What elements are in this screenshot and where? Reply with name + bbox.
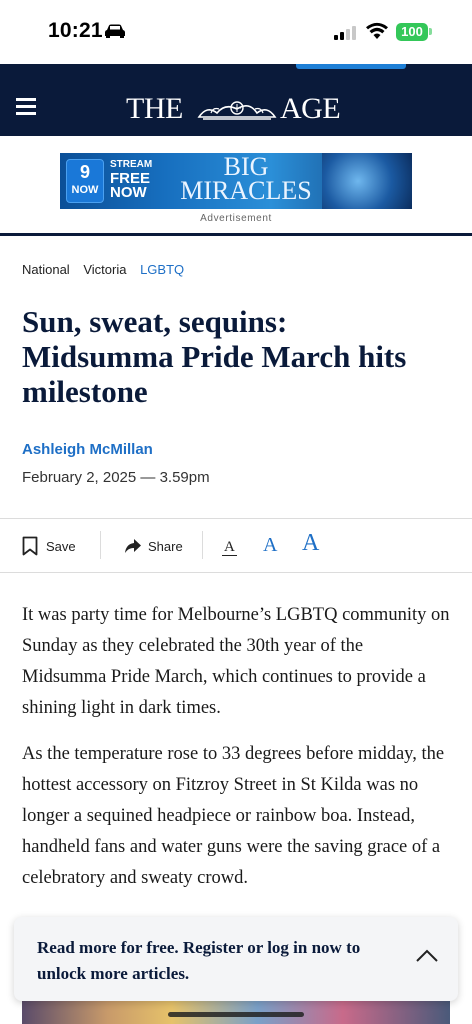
car-icon: [105, 24, 125, 38]
ad-stream-line3: NOW: [110, 184, 147, 201]
article-headline: Sun, sweat, sequins: Midsumma Pride Marc…: [22, 304, 407, 409]
nine-logo-number: 9: [79, 162, 90, 182]
cellular-signal-icon: [334, 24, 360, 40]
toolbar-divider: [202, 531, 203, 559]
wifi-icon: [366, 22, 388, 39]
menu-icon[interactable]: [16, 98, 36, 116]
ad-title: BIG MIRACLES: [176, 154, 316, 205]
battery-tip: [429, 28, 432, 35]
advertisement-banner[interactable]: 9 NOW STREAM FREE NOW BIG MIRACLES: [60, 153, 412, 209]
share-button[interactable]: Share: [124, 535, 183, 557]
save-button[interactable]: Save: [22, 535, 76, 557]
register-prompt-text[interactable]: Read more for free. Register or log in n…: [37, 935, 397, 987]
breadcrumb-lgbtq[interactable]: LGBTQ: [140, 262, 184, 277]
breadcrumb-victoria[interactable]: Victoria: [83, 262, 126, 277]
article-paragraph: It was party time for Melbourne’s LGBTQ …: [22, 605, 450, 718]
ad-stream-text: STREAM FREE NOW: [110, 158, 152, 200]
breadcrumb: National Victoria LGBTQ: [22, 262, 194, 277]
section-divider: [0, 233, 472, 236]
status-time: 10:21: [48, 19, 103, 42]
top-strip-button[interactable]: [296, 64, 406, 69]
breadcrumb-national[interactable]: National: [22, 262, 70, 277]
share-arrow-icon: [125, 539, 141, 553]
crest-logo-icon: [197, 101, 277, 120]
advertisement-label: Advertisement: [200, 213, 272, 224]
font-size-medium-button[interactable]: A: [263, 534, 277, 557]
article-dateline: February 2, 2025 — 3.59pm: [22, 469, 210, 486]
nine-logo-sub: NOW: [71, 184, 99, 196]
font-size-small-button[interactable]: A: [222, 539, 237, 556]
author-link[interactable]: Ashleigh McMillan: [22, 441, 153, 458]
channel-nine-logo: 9 NOW: [66, 159, 104, 203]
share-label: Share: [148, 538, 183, 554]
save-label: Save: [46, 538, 76, 554]
font-size-large-button[interactable]: A: [302, 530, 319, 557]
logo-age[interactable]: AGE: [280, 92, 341, 126]
logo-the[interactable]: THE: [126, 92, 183, 126]
bookmark-icon: [22, 536, 38, 556]
article-paragraph: As the temperature rose to 33 degrees be…: [22, 744, 445, 888]
toolbar-divider: [100, 531, 101, 559]
chevron-up-icon[interactable]: [415, 948, 439, 964]
ad-artwork: [322, 153, 412, 209]
battery-indicator: 100: [396, 23, 428, 41]
home-indicator: [168, 1012, 304, 1017]
ad-title-line2: MIRACLES: [180, 176, 312, 205]
